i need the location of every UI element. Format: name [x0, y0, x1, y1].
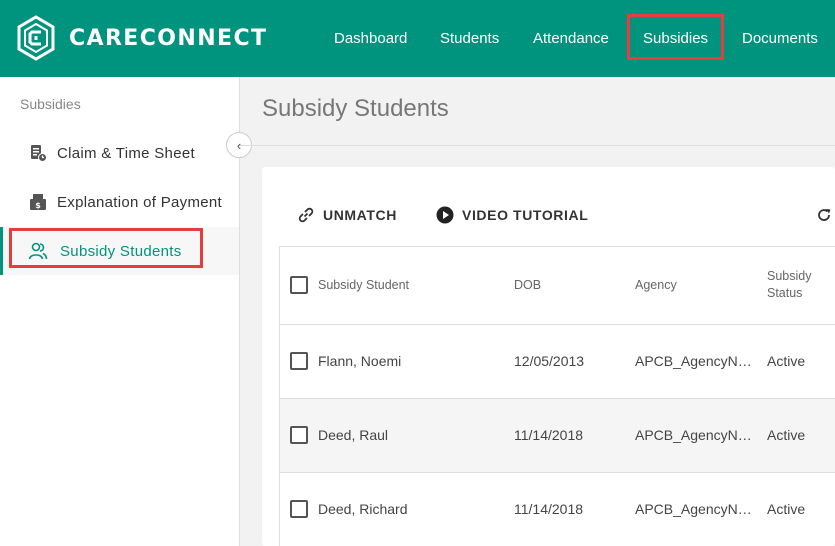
nav-students[interactable]: Students	[440, 0, 499, 77]
row-checkbox[interactable]	[290, 426, 308, 444]
svg-text:$: $	[35, 201, 41, 210]
student-agency: APCB_AgencyN…	[635, 353, 752, 369]
student-agency: APCB_AgencyN…	[635, 501, 752, 517]
nav-dashboard[interactable]: Dashboard	[334, 0, 407, 77]
unmatch-label: UNMATCH	[323, 207, 397, 223]
nav-attendance[interactable]: Attendance	[533, 0, 609, 77]
sidebar-section-title: Subsidies	[20, 96, 81, 112]
student-dob: 12/05/2013	[514, 353, 585, 369]
row-checkbox[interactable]	[290, 500, 308, 518]
student-dob: 11/14/2018	[514, 427, 584, 443]
video-tutorial-label: VIDEO TUTORIAL	[462, 207, 589, 223]
column-header-subsidy-student[interactable]: Subsidy Student	[318, 277, 409, 294]
page-title: Subsidy Students	[262, 95, 449, 122]
careconnect-logo-icon	[17, 15, 55, 61]
link-icon	[297, 206, 315, 224]
unmatch-button[interactable]: UNMATCH	[297, 205, 397, 225]
sidebar-item-label: Explanation of Payment	[57, 193, 223, 211]
sidebar: Subsidies Claim & Time Sheet $ Explanati…	[0, 77, 240, 546]
cash-register-icon: $	[28, 192, 48, 212]
brand-name: CARECONNECT	[69, 26, 268, 51]
refresh-icon[interactable]	[816, 205, 834, 225]
student-agency: APCB_AgencyN…	[635, 427, 752, 443]
student-name: Flann, Noemi	[318, 353, 402, 369]
column-header-subsidy-status-line2[interactable]: Status	[767, 285, 802, 302]
video-tutorial-button[interactable]: VIDEO TUTORIAL	[436, 205, 588, 225]
student-name: Deed, Richard	[318, 501, 408, 517]
title-divider	[240, 145, 835, 146]
sidebar-active-highlight	[9, 228, 203, 268]
student-status: Active	[767, 353, 806, 369]
column-header-subsidy-status[interactable]: Subsidy	[767, 268, 811, 285]
nav-subsidies-highlight	[627, 14, 724, 60]
student-name: Deed, Raul	[318, 427, 389, 443]
play-circle-icon	[436, 206, 454, 224]
select-all-checkbox[interactable]	[290, 276, 308, 294]
sidebar-item-label: Claim & Time Sheet	[57, 144, 195, 162]
column-header-dob[interactable]: DOB	[514, 277, 541, 294]
clipboard-clock-icon	[28, 143, 48, 163]
student-status: Active	[767, 427, 806, 443]
sidebar-item-explanation-of-payment[interactable]: $ Explanation of Payment	[0, 178, 239, 226]
nav-documents[interactable]: Documents	[742, 0, 818, 77]
column-header-agency[interactable]: Agency	[635, 277, 677, 294]
top-navigation-bar: CARECONNECT Dashboard Students Attendanc…	[0, 0, 835, 77]
row-checkbox[interactable]	[290, 352, 308, 370]
sidebar-item-claim-time-sheet[interactable]: Claim & Time Sheet	[0, 129, 239, 177]
student-status: Active	[767, 501, 806, 517]
student-dob: 11/14/2018	[514, 501, 584, 517]
